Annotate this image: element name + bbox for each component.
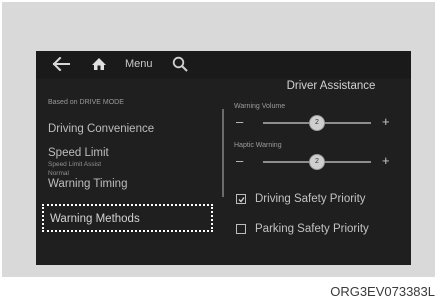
haptic-warning-minus-button[interactable]: – (236, 154, 243, 168)
haptic-warning-label: Haptic Warning (234, 142, 282, 149)
haptic-warning-plus-button[interactable]: + (382, 154, 390, 168)
warning-methods-panel: Warning Volume – 2 + Haptic Warning – 2 … (226, 93, 411, 265)
menu-item-warning-timing[interactable]: Warning Timing (48, 177, 127, 191)
warning-volume-label: Warning Volume (234, 103, 286, 110)
parking-safety-priority-checkbox[interactable] (236, 224, 246, 234)
driving-safety-priority-checkbox[interactable] (236, 194, 246, 204)
top-bar: Menu (36, 51, 411, 79)
option-driving-safety-priority[interactable]: Driving Safety Priority (236, 192, 366, 206)
warning-volume-knob[interactable]: 2 (309, 115, 325, 131)
section-caption: Based on DRIVE MODE (48, 99, 124, 106)
menu-button[interactable]: Menu (125, 57, 153, 71)
figure-code: ORG3EV073383L (330, 284, 435, 299)
warning-volume-plus-button[interactable]: + (382, 115, 390, 129)
search-icon (172, 56, 188, 72)
menu-item-driving-convenience[interactable]: Driving Convenience (48, 122, 154, 136)
checkmark-icon (238, 196, 245, 203)
menu-item-warning-methods-label: Warning Methods (50, 213, 140, 225)
scroll-indicator[interactable] (222, 109, 224, 197)
search-button[interactable] (170, 53, 190, 75)
driving-safety-priority-label: Driving Safety Priority (255, 193, 366, 205)
menu-item-speed-limit[interactable]: Speed Limit (48, 146, 109, 160)
menu-item-speed-limit-value: Speed Limit Assist (48, 161, 102, 168)
home-icon (92, 58, 106, 70)
haptic-warning-knob[interactable]: 2 (309, 154, 325, 170)
home-button[interactable] (90, 54, 108, 74)
warning-volume-minus-button[interactable]: – (236, 115, 243, 129)
settings-menu: Based on DRIVE MODE Driving Convenience … (36, 93, 221, 265)
menu-item-warning-timing-value: Normal (48, 170, 69, 177)
menu-item-warning-methods[interactable]: Warning Methods (42, 204, 213, 232)
back-button[interactable] (50, 53, 72, 75)
infotainment-screen: Menu Driver Assistance Based on DRIVE MO… (36, 51, 411, 265)
option-parking-safety-priority[interactable]: Parking Safety Priority (236, 222, 369, 236)
parking-safety-priority-label: Parking Safety Priority (255, 223, 369, 235)
back-arrow-icon (52, 57, 70, 71)
panel-title: Driver Assistance (286, 80, 376, 92)
figure-frame: Menu Driver Assistance Based on DRIVE MO… (2, 2, 435, 277)
